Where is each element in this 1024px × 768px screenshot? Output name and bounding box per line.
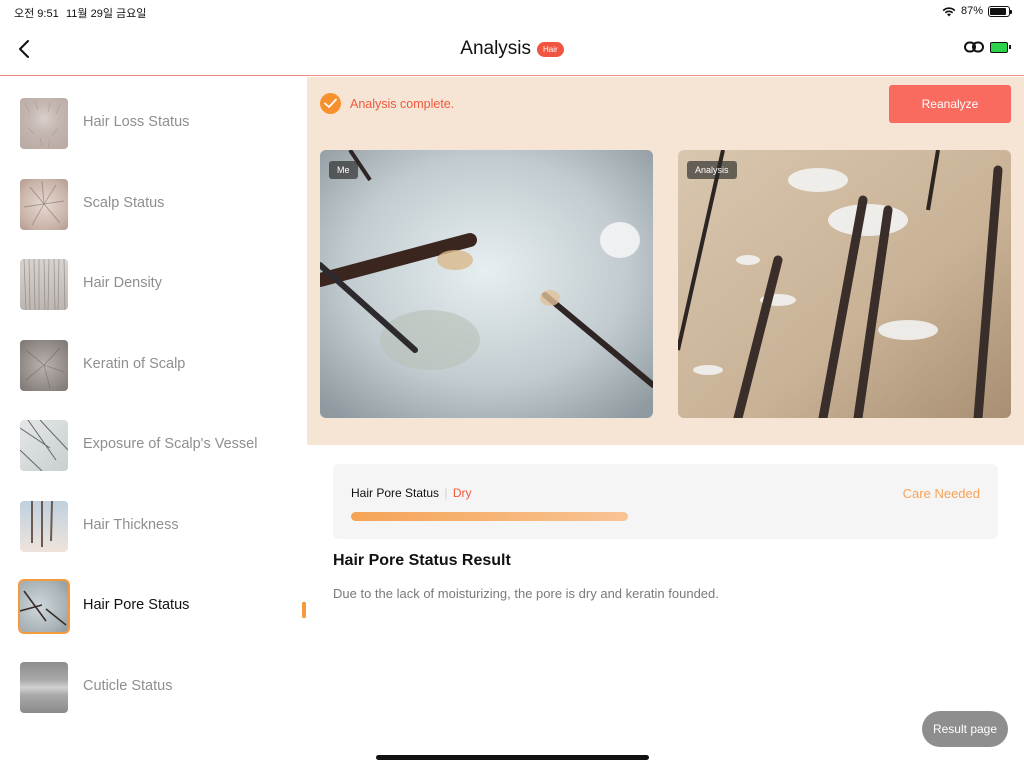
battery-percent: 87% [960,5,983,17]
sidebar-item-label: Exposure of Scalp's Vessel [83,436,258,452]
sidebar-item-label: Hair Loss Status [83,114,190,130]
photo-tag-analysis: Analysis [687,161,737,179]
hair-thickness-thumbnail [20,501,68,552]
hair-pore-thumbnail [18,579,70,634]
sidebar-item-scalp-vessel[interactable]: Exposure of Scalp's Vessel [0,420,307,500]
page-title: Analysis [460,38,532,59]
link-icon[interactable] [964,41,984,53]
analysis-scalp-photo: Analysis [678,150,1011,418]
sidebar-item-scalp-status[interactable]: Scalp Status [0,179,307,259]
sidebar: Hair Loss Status Scalp Status Hair Densi… [0,77,307,768]
scalp-status-thumbnail [20,179,68,230]
status-date: 11월 29일 금요일 [66,8,147,20]
sidebar-item-label: Hair Thickness [83,517,179,533]
result-title: Hair Pore Status Result [333,552,511,569]
sidebar-item-label: Hair Pore Status [83,597,190,613]
result-page-button[interactable]: Result page [922,711,1008,747]
sidebar-item-keratin[interactable]: Keratin of Scalp [0,340,307,420]
nav-bar: Analysis Hair [0,24,1024,76]
status-progress-bar [351,512,931,521]
nav-actions [964,41,1011,53]
wifi-icon [942,6,956,16]
scalp-vessel-thumbnail [20,420,68,471]
hair-badge: Hair [537,41,564,57]
keratin-thumbnail [20,340,68,391]
status-progress-fill [351,512,629,521]
device-battery-icon [990,41,1011,53]
status-label: Hair Pore Status [351,486,440,500]
page-title-area: Analysis Hair [0,38,1024,60]
hair-density-thumbnail [20,259,68,310]
sidebar-item-hair-density[interactable]: Hair Density [0,259,307,339]
photo-tag-me: Me [329,161,358,179]
result-description: Due to the lack of moisturizing, the por… [333,586,719,601]
status-separator: | [441,486,451,500]
pore-status-card: Hair Pore Status | Dry Care Needed [333,464,998,539]
sidebar-item-label: Hair Density [83,275,162,291]
sidebar-item-cuticle[interactable]: Cuticle Status [0,662,307,742]
cuticle-thumbnail [20,662,68,713]
status-value: Dry [452,486,472,500]
active-indicator [302,602,306,618]
sidebar-item-label: Keratin of Scalp [83,356,186,372]
hair-loss-thumbnail [20,98,68,149]
status-label-group: Hair Pore Status | Dry [351,486,472,500]
status-right: 87% [942,5,1012,17]
sidebar-item-hair-loss[interactable]: Hair Loss Status [0,98,307,178]
reanalyze-button[interactable]: Reanalyze [889,85,1011,123]
sidebar-item-hair-thickness[interactable]: Hair Thickness [0,501,307,581]
home-indicator [376,755,649,760]
battery-icon [988,5,1012,17]
check-icon [320,93,341,114]
status-time: 오전 9:51 [14,8,59,20]
analysis-complete-text: Analysis complete. [350,97,455,111]
care-needed-label: Care Needed [902,486,980,501]
analysis-panel: Analysis complete. Reanalyze Me Analysis [307,77,1024,445]
sidebar-item-label: Scalp Status [83,195,165,211]
my-scalp-photo: Me [320,150,653,418]
sidebar-item-label: Cuticle Status [83,678,173,694]
sidebar-item-hair-pore[interactable]: Hair Pore Status [0,579,307,661]
status-bar: 오전 9:51 11월 29일 금요일 87% [0,0,1024,24]
